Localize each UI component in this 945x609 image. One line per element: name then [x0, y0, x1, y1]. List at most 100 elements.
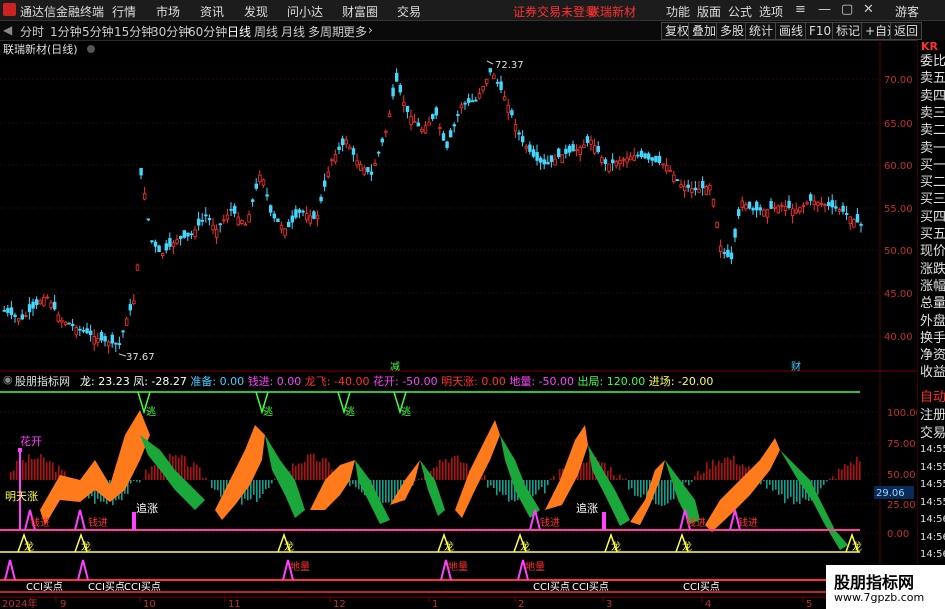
cci-label-3: CCI买点: [124, 581, 161, 593]
indicator-settings-icon[interactable]: ◉: [3, 373, 13, 386]
candle-body: [330, 158, 334, 161]
side-item-16[interactable]: 换手: [920, 327, 945, 346]
histogram-bar: [130, 480, 132, 484]
tool-duogu[interactable]: 多股: [716, 22, 749, 40]
candle-body: [416, 122, 420, 127]
tool-back[interactable]: 返回: [890, 22, 923, 40]
minimize-icon[interactable]: —: [818, 2, 831, 17]
side-item-8[interactable]: 买三: [920, 188, 945, 207]
histogram-bar: [187, 466, 189, 480]
period-more[interactable]: 更多: [343, 23, 367, 40]
menu-wenxiaoda[interactable]: 问小达: [287, 3, 323, 20]
tool-huaxian[interactable]: 画线: [775, 22, 808, 40]
side-item-2[interactable]: 卖四: [920, 85, 945, 104]
chart-settings-icon[interactable]: [87, 45, 95, 53]
candle-body: [204, 214, 208, 217]
side-item-17[interactable]: 净资: [920, 344, 945, 363]
candle-body: [683, 185, 687, 192]
side-item-0[interactable]: 委比: [920, 50, 945, 69]
candle-body: [729, 252, 734, 260]
menu-faxian[interactable]: 发现: [244, 3, 268, 20]
window-menu-icon[interactable]: ≡: [795, 2, 806, 17]
menu-hangqing[interactable]: 行情: [112, 3, 136, 20]
candle-body: [492, 74, 496, 80]
candle-body: [402, 102, 406, 106]
candle-body: [740, 200, 744, 208]
menu-xuanxiang[interactable]: 选项: [759, 3, 783, 20]
period-15min[interactable]: 15分钟: [114, 23, 153, 40]
tool-biaoji[interactable]: 标记: [832, 22, 865, 40]
period-daily[interactable]: 日线: [227, 23, 251, 40]
histogram-bar: [694, 476, 696, 480]
indicator-name[interactable]: 股朋指标网: [15, 373, 70, 389]
menu-zixun[interactable]: 资讯: [200, 3, 224, 20]
side-time-4: 14:56: [920, 514, 945, 525]
period-weekly[interactable]: 周线: [254, 23, 278, 40]
histogram-bar: [439, 460, 441, 480]
side-lower-item-1[interactable]: 注册: [920, 404, 945, 423]
login-notice[interactable]: 证券交易未登录: [513, 3, 597, 20]
candle-body: [596, 146, 600, 153]
histogram-bar: [667, 480, 669, 504]
period-1min[interactable]: 1分钟: [50, 23, 82, 40]
side-item-3[interactable]: 卖三: [920, 102, 945, 121]
chart-area[interactable]: 联瑞新材(日线) 70.00 65.00 60.00 55.00 50.00 4…: [0, 40, 917, 609]
period-30min[interactable]: 30分钟: [151, 23, 190, 40]
candle-body: [632, 155, 636, 161]
candle-body: [272, 213, 276, 219]
menu-jiaoyi[interactable]: 交易: [397, 3, 421, 20]
period-monthly[interactable]: 月线: [281, 23, 305, 40]
side-lower-item-2[interactable]: 交易: [920, 422, 945, 441]
histogram-bar: [46, 462, 48, 480]
side-item-15[interactable]: 外盘: [920, 310, 945, 329]
long-label-6: 龙: [611, 540, 621, 553]
candle-body: [254, 183, 258, 189]
histogram-bar: [214, 480, 216, 490]
histogram-bar: [496, 480, 498, 496]
histogram-bar: [211, 480, 213, 489]
candle-body: [38, 300, 42, 305]
menu-shichang[interactable]: 市场: [156, 3, 180, 20]
toolbar-arrow-icon[interactable]: ◀: [3, 23, 12, 37]
menu-banmian[interactable]: 版面: [697, 3, 721, 20]
period-fenshi[interactable]: 分时: [20, 23, 44, 40]
x-tick-1: 1: [432, 599, 438, 609]
tool-f10[interactable]: F10: [805, 22, 836, 40]
user-guest[interactable]: 游客: [895, 3, 919, 20]
side-item-1[interactable]: 卖五: [920, 67, 945, 86]
side-item-7[interactable]: 买二: [920, 171, 945, 190]
close-icon[interactable]: ✕: [863, 2, 874, 17]
ind-y-tick-0: 0.00: [887, 529, 909, 540]
histogram-bar: [265, 480, 267, 490]
side-item-6[interactable]: 买一: [920, 154, 945, 173]
histogram-bar: [487, 480, 489, 488]
period-5min[interactable]: 5分钟: [82, 23, 114, 40]
restore-icon[interactable]: ▢: [841, 2, 853, 17]
high-price-label: 72.37: [495, 60, 524, 71]
period-multi[interactable]: 多周期: [308, 23, 344, 40]
long-label-7: 龙: [682, 540, 692, 553]
side-item-10[interactable]: 买五: [920, 223, 945, 242]
histogram-bar: [832, 476, 834, 480]
side-item-4[interactable]: 卖二: [920, 119, 945, 138]
side-item-9[interactable]: 买四: [920, 206, 945, 225]
menu-gongshi[interactable]: 公式: [728, 3, 752, 20]
side-lower-item-0[interactable]: 自动: [920, 386, 945, 405]
period-60min[interactable]: 60分钟: [188, 23, 227, 40]
side-item-11[interactable]: 现价: [920, 240, 945, 259]
more-chevron-icon[interactable]: ›: [368, 23, 373, 37]
candle-body: [232, 205, 237, 214]
candle-body: [225, 214, 230, 220]
side-item-14[interactable]: 总量: [920, 292, 945, 311]
candle-body: [809, 194, 813, 201]
side-item-13[interactable]: 涨幅: [920, 275, 945, 294]
histogram-bar: [766, 480, 768, 489]
tool-tongji[interactable]: 统计: [745, 22, 778, 40]
candle-body: [315, 214, 320, 220]
menu-caifuquan[interactable]: 财富圈: [342, 3, 378, 20]
side-item-5[interactable]: 卖一: [920, 137, 945, 156]
candle-body: [841, 205, 845, 212]
side-item-12[interactable]: 涨跌: [920, 258, 945, 277]
side-item-18[interactable]: 收益: [920, 361, 945, 380]
menu-gongneng[interactable]: 功能: [666, 3, 690, 20]
